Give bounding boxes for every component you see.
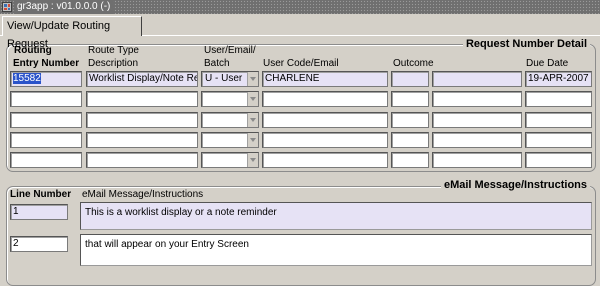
- outcome-field[interactable]: [391, 71, 429, 87]
- due-date-field[interactable]: [525, 152, 592, 168]
- email-instructions-title: eMail Message/Instructions: [440, 179, 590, 191]
- user-code-field[interactable]: CHARLENE: [262, 71, 388, 87]
- entry-number-field[interactable]: [10, 91, 82, 107]
- header-route-type-line1: Route Type: [88, 45, 139, 56]
- batch-select[interactable]: [201, 112, 259, 128]
- batch-select[interactable]: [201, 91, 259, 107]
- batch-select[interactable]: [201, 132, 259, 148]
- header-email-message: eMail Message/Instructions: [82, 189, 204, 200]
- entry-number-field[interactable]: [10, 152, 82, 168]
- batch-select[interactable]: U - User: [201, 71, 259, 87]
- entry-number-field[interactable]: [10, 112, 82, 128]
- user-code-field[interactable]: [262, 112, 388, 128]
- line-number-field[interactable]: 2: [10, 236, 68, 252]
- tab-view-update-routing-request[interactable]: View/Update Routing Request: [2, 16, 142, 50]
- header-user-line1: User/Email/: [204, 45, 256, 56]
- route-type-field[interactable]: [86, 91, 198, 107]
- header-user-code: User Code/Email: [263, 58, 339, 69]
- request-number-detail-title: Request Number Detail: [462, 38, 590, 50]
- entry-number-field[interactable]: [10, 132, 82, 148]
- header-due-date: Due Date: [526, 58, 569, 69]
- extra-field[interactable]: [432, 152, 522, 168]
- chevron-down-icon[interactable]: [247, 113, 258, 127]
- header-routing-line2: Entry Number: [13, 58, 80, 69]
- chevron-down-icon[interactable]: [247, 153, 258, 167]
- window-title: gr3app : v01.0.0.0 (-): [14, 0, 114, 14]
- app-icon: [2, 2, 12, 12]
- outcome-field[interactable]: [391, 152, 429, 168]
- extra-field[interactable]: [432, 132, 522, 148]
- header-outcome: Outcome: [393, 58, 434, 69]
- extra-field[interactable]: [432, 112, 522, 128]
- header-user-line2: Batch: [204, 58, 230, 69]
- header-route-type-line2: Description: [88, 58, 139, 69]
- due-date-field[interactable]: [525, 132, 592, 148]
- chevron-down-icon[interactable]: [247, 72, 258, 86]
- outcome-field[interactable]: [391, 112, 429, 128]
- chevron-down-icon[interactable]: [247, 92, 258, 106]
- due-date-field[interactable]: [525, 112, 592, 128]
- extra-field[interactable]: [432, 91, 522, 107]
- user-code-field[interactable]: [262, 152, 388, 168]
- due-date-field[interactable]: [525, 91, 592, 107]
- route-type-field[interactable]: [86, 152, 198, 168]
- email-message-field[interactable]: This is a worklist display or a note rem…: [80, 202, 592, 230]
- chevron-down-icon[interactable]: [247, 133, 258, 147]
- outcome-field[interactable]: [391, 132, 429, 148]
- user-code-field[interactable]: [262, 91, 388, 107]
- header-line-number: Line Number: [10, 189, 72, 200]
- route-type-field[interactable]: [86, 132, 198, 148]
- route-type-field[interactable]: [86, 112, 198, 128]
- extra-field[interactable]: [432, 71, 522, 87]
- batch-select[interactable]: [201, 152, 259, 168]
- due-date-field[interactable]: 19-APR-2007: [525, 71, 592, 87]
- email-message-field[interactable]: that will appear on your Entry Screen: [80, 234, 592, 266]
- user-code-field[interactable]: [262, 132, 388, 148]
- line-number-field[interactable]: 1: [10, 204, 68, 220]
- title-bar: gr3app : v01.0.0.0 (-): [0, 0, 600, 14]
- entry-number-field[interactable]: 15582: [10, 71, 82, 87]
- outcome-field[interactable]: [391, 91, 429, 107]
- route-type-field[interactable]: Worklist Display/Note Re: [86, 71, 198, 87]
